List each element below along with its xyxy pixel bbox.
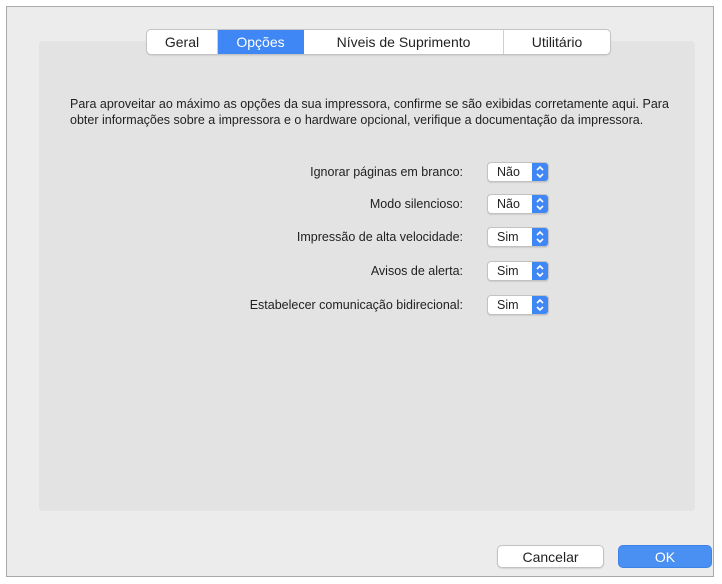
ok-button[interactable]: OK bbox=[618, 545, 712, 568]
tab-niveis-de-suprimento[interactable]: Níveis de Suprimento bbox=[304, 30, 504, 54]
avisos-alerta-popup[interactable]: Sim bbox=[487, 261, 549, 281]
option-label: Ignorar páginas em branco: bbox=[310, 165, 463, 179]
up-down-chevron-icon bbox=[532, 195, 548, 213]
up-down-chevron-icon bbox=[532, 163, 548, 181]
options-description: Para aproveitar ao máximo as opções da s… bbox=[70, 97, 669, 127]
popup-value: Sim bbox=[497, 264, 519, 278]
modo-silencioso-popup[interactable]: Não bbox=[487, 194, 549, 214]
option-row-modo-silencioso: Modo silencioso: Não bbox=[7, 194, 713, 216]
tab-opcoes[interactable]: Opções bbox=[218, 30, 304, 54]
tab-geral[interactable]: Geral bbox=[147, 30, 218, 54]
up-down-chevron-icon bbox=[532, 296, 548, 314]
option-label: Impressão de alta velocidade: bbox=[296, 230, 463, 244]
option-row-comunicacao-bidirecional: Estabelecer comunicação bidirecional: Si… bbox=[7, 295, 713, 317]
alta-velocidade-popup[interactable]: Sim bbox=[487, 227, 549, 247]
up-down-chevron-icon bbox=[532, 228, 548, 246]
option-row-ignorar-paginas: Ignorar páginas em branco: Não bbox=[7, 162, 713, 184]
comunicacao-bidirecional-popup[interactable]: Sim bbox=[487, 295, 549, 315]
option-row-avisos-alerta: Avisos de alerta: Sim bbox=[7, 261, 713, 283]
tab-bar: Geral Opções Níveis de Suprimento Utilit… bbox=[146, 29, 611, 55]
option-label: Avisos de alerta: bbox=[370, 264, 463, 278]
popup-value: Sim bbox=[497, 298, 519, 312]
option-label: Estabelecer comunicação bidirecional: bbox=[249, 298, 463, 312]
cancel-button[interactable]: Cancelar bbox=[497, 545, 604, 568]
printer-options-window: Geral Opções Níveis de Suprimento Utilit… bbox=[6, 6, 714, 577]
option-row-alta-velocidade: Impressão de alta velocidade: Sim bbox=[7, 227, 713, 249]
popup-value: Não bbox=[497, 197, 520, 211]
option-label: Modo silencioso: bbox=[369, 197, 463, 211]
up-down-chevron-icon bbox=[532, 262, 548, 280]
tab-utilitario[interactable]: Utilitário bbox=[504, 30, 610, 54]
ignorar-paginas-popup[interactable]: Não bbox=[487, 162, 549, 182]
popup-value: Sim bbox=[497, 230, 519, 244]
popup-value: Não bbox=[497, 165, 520, 179]
